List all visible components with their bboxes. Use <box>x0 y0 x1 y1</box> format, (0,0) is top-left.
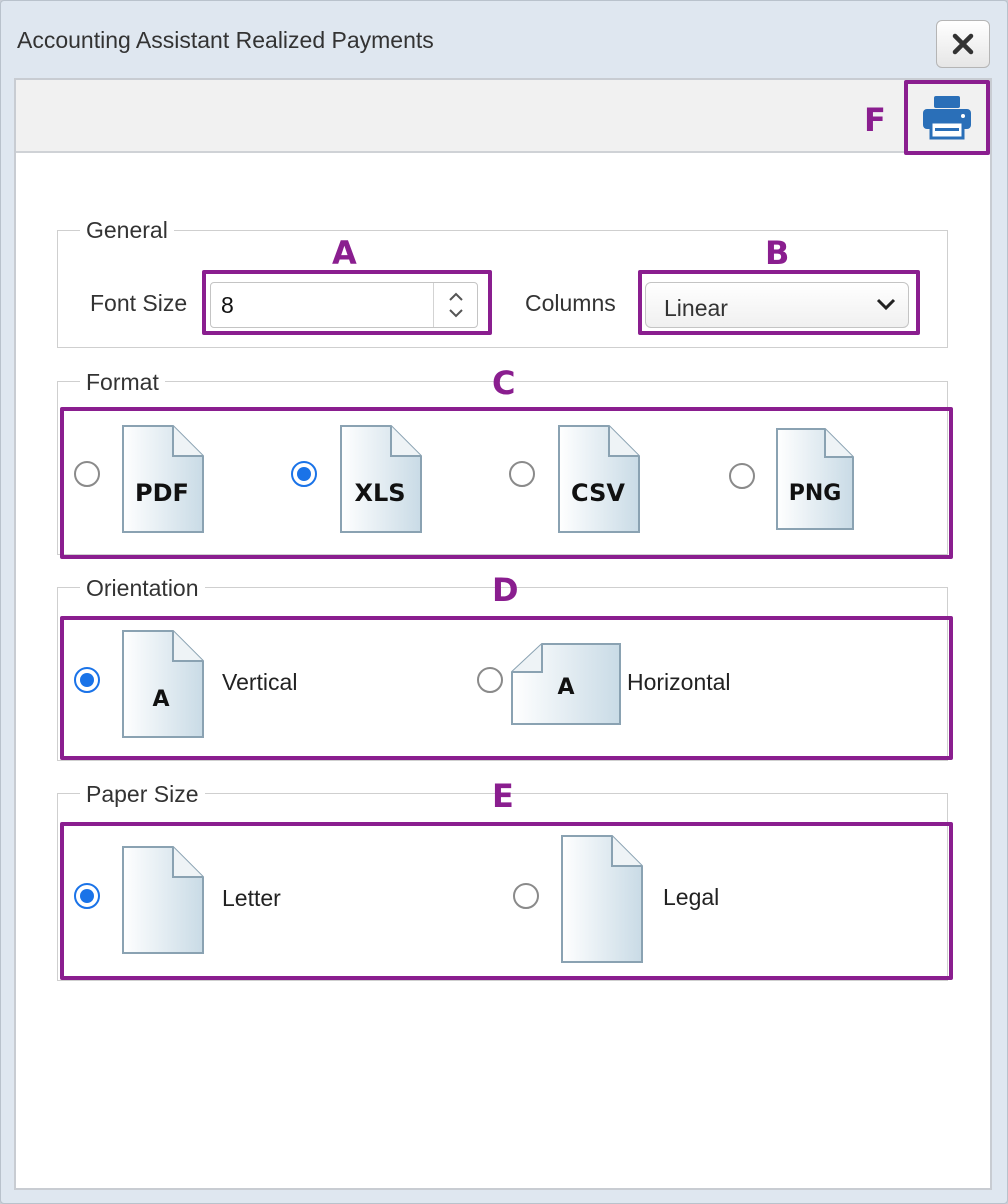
print-dialog: Accounting Assistant Realized Payments F <box>0 0 1008 1204</box>
orientation-legend: Orientation <box>80 575 205 602</box>
annotation-b-box <box>638 270 920 335</box>
dialog-title: Accounting Assistant Realized Payments <box>17 27 434 53</box>
legal-page-icon <box>561 835 643 963</box>
dialog-toolbar: F <box>16 80 990 155</box>
landscape-page-icon: A <box>511 643 621 725</box>
annotation-f: F <box>864 101 886 139</box>
format-radio-png[interactable] <box>729 463 755 489</box>
font-size-label: Font Size <box>90 290 188 316</box>
png-label: PNG <box>789 481 842 506</box>
close-button[interactable] <box>936 20 990 68</box>
annotation-a: A <box>332 234 357 272</box>
csv-label: CSV <box>571 479 625 507</box>
legal-label: Legal <box>663 884 720 910</box>
format-legend: Format <box>80 369 165 396</box>
xls-file-icon: XLS <box>340 425 422 533</box>
general-legend: General <box>80 217 174 244</box>
annotation-a-box <box>202 270 492 335</box>
paper-radio-letter[interactable] <box>74 883 100 909</box>
png-file-icon: PNG <box>776 428 854 530</box>
close-icon <box>952 33 974 55</box>
xls-label: XLS <box>354 479 405 507</box>
annotation-c: C <box>492 364 516 402</box>
landscape-letter: A <box>557 675 574 700</box>
format-radio-xls[interactable] <box>291 461 317 487</box>
letter-page-icon <box>122 846 204 954</box>
paper-legend: Paper Size <box>80 781 205 808</box>
columns-label: Columns <box>525 290 616 316</box>
format-radio-pdf[interactable] <box>74 461 100 487</box>
orientation-radio-vertical[interactable] <box>74 667 100 693</box>
vertical-label: Vertical <box>222 669 298 695</box>
letter-label: Letter <box>222 885 281 911</box>
annotation-f-box <box>904 80 990 155</box>
portrait-letter: A <box>152 687 169 712</box>
pdf-label: PDF <box>135 479 189 507</box>
orientation-radio-horizontal[interactable] <box>477 667 503 693</box>
pdf-file-icon: PDF <box>122 425 204 533</box>
format-radio-csv[interactable] <box>509 461 535 487</box>
portrait-page-icon: A <box>122 630 204 738</box>
csv-file-icon: CSV <box>558 425 640 533</box>
annotation-e: E <box>492 777 514 815</box>
horizontal-label: Horizontal <box>627 669 731 695</box>
paper-radio-legal[interactable] <box>513 883 539 909</box>
annotation-d: D <box>492 571 519 609</box>
dialog-titlebar: Accounting Assistant Realized Payments <box>1 1 1007 79</box>
annotation-b: B <box>765 234 790 272</box>
